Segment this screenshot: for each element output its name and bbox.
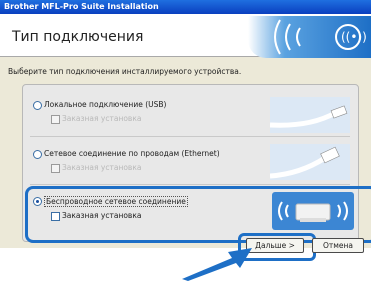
ethernet-cable-icon [270,144,350,180]
cancel-button[interactable]: Отмена [312,238,364,253]
ethernet-custom-label: Заказная установка [62,163,142,172]
wireless-radio[interactable] [33,197,42,206]
ethernet-custom-checkbox[interactable] [51,164,60,173]
wireless-printer-icon [272,192,354,230]
divider [30,136,350,137]
usb-label: Локальное подключение (USB) [44,100,167,109]
wireless-custom-checkbox[interactable] [51,212,60,221]
wireless-label: Беспроводное сетевое соединение [44,196,188,207]
pointer-arrow-icon [182,248,252,281]
ethernet-label: Сетевое соединение по проводам (Ethernet… [44,149,220,158]
ethernet-radio[interactable] [33,150,42,159]
svg-text:((•)): ((•)) [341,30,367,44]
title-bar: Brother MFL-Pro Suite Installation [0,0,371,14]
installer-window: Brother MFL-Pro Suite Installation Тип п… [0,0,371,261]
usb-custom-label: Заказная установка [62,114,142,123]
wireless-custom-label: Заказная установка [62,211,142,220]
instruction-text: Выберите тип подключения инсталлируемого… [8,67,242,76]
wireless-icon: ((•)) [274,19,367,55]
usb-cable-icon [270,97,350,133]
usb-custom-checkbox[interactable] [51,115,60,124]
usb-radio[interactable] [33,101,42,110]
divider [30,184,350,185]
page-title: Тип подключения [12,29,144,45]
